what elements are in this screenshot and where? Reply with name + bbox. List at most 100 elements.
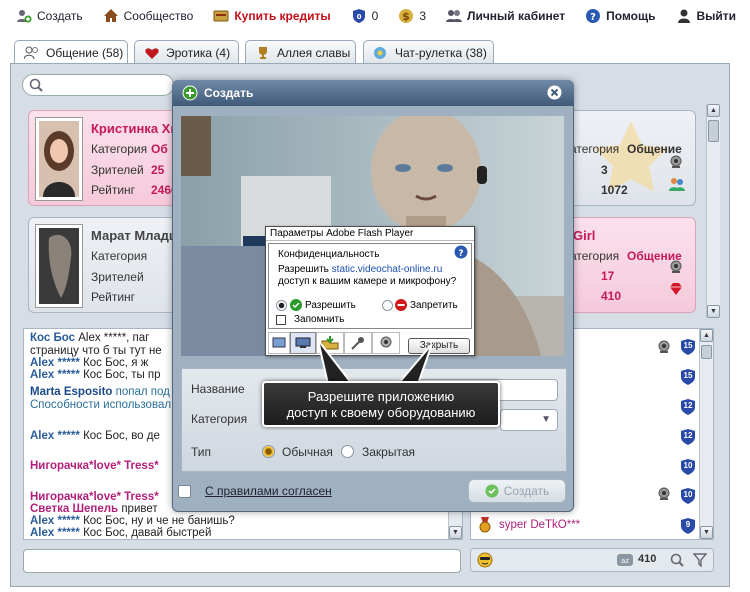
userlist-toolbar: az 410 <box>470 548 714 572</box>
user-count: 410 <box>638 553 657 565</box>
badge-number: 15 <box>683 341 693 350</box>
smiley-icon[interactable] <box>477 552 493 571</box>
money-count: 3 <box>419 9 427 23</box>
scroll-down-button[interactable]: ▼ <box>700 526 713 539</box>
create-label: Создать <box>37 9 83 23</box>
deny-radio[interactable] <box>382 300 393 311</box>
create-link[interactable]: Создать <box>16 8 83 24</box>
close-icon[interactable] <box>547 85 562 100</box>
community-link[interactable]: Сообщество <box>103 8 194 24</box>
logout-link[interactable]: Выйти <box>676 8 736 24</box>
viewers-value: 3 <box>601 163 608 177</box>
level-badge: 10 <box>681 459 695 478</box>
type-closed-radio[interactable] <box>341 445 354 458</box>
room-card[interactable]: Кристинка Хис Категория Об Зрителей 25 Р… <box>28 110 188 206</box>
chat-nick[interactable]: Alex ***** <box>30 515 80 527</box>
search-icon <box>29 78 43 95</box>
create-button[interactable]: Создать <box>468 479 566 503</box>
badge-number: 9 <box>685 520 691 529</box>
chat-message: Alex ***** Кос Бос, ты пр <box>30 369 161 382</box>
tab-label: Аллея славы <box>277 45 351 60</box>
chat-text: попал под <box>112 386 170 398</box>
chat-nick[interactable]: Marta Esposito <box>30 386 112 398</box>
cabinet-link[interactable]: Личный кабинет <box>446 8 565 24</box>
category-value: Общение <box>627 142 682 156</box>
tab-hall-of-fame[interactable]: Аллея славы <box>245 40 356 64</box>
chat-message-input[interactable] <box>23 549 461 573</box>
shield-icon: 0 <box>351 8 367 24</box>
filter-icon[interactable] <box>692 553 708 570</box>
level-badge: 9 <box>681 518 695 537</box>
help-link[interactable]: ? Помощь <box>585 8 656 24</box>
tab-communication[interactable]: Общение (58) <box>14 40 128 65</box>
type-closed-label: Закрытая <box>362 445 416 459</box>
community-label: Сообщество <box>123 9 194 23</box>
heart-icon <box>144 45 160 61</box>
cards-scrollbar[interactable]: ▲ ▼ <box>706 104 720 318</box>
dialog-footer: С правилами согласен Создать <box>172 478 574 510</box>
privacy-tab-icon[interactable] <box>268 332 290 354</box>
create-user-icon <box>16 8 32 24</box>
chat-nick[interactable]: Нигорачка*love* Tress* <box>30 460 159 472</box>
chat-message: Marta Esposito попал под <box>30 386 170 399</box>
chat-nick[interactable]: Alex ***** <box>30 527 80 539</box>
rating-value: 410 <box>601 289 622 303</box>
badge-number: 12 <box>683 431 693 440</box>
privacy-question: доступ к вашим камере и микрофону? <box>278 276 457 287</box>
ruby-icon <box>668 282 684 299</box>
category-select[interactable]: ▼ <box>500 409 558 431</box>
plus-icon <box>182 85 198 101</box>
user-name[interactable]: syper DeTkO*** <box>499 519 580 531</box>
home-icon <box>103 8 119 24</box>
credits-icon <box>213 8 229 24</box>
scroll-up-button[interactable]: ▲ <box>707 104 720 117</box>
allow-label: Разрешить <box>305 300 356 311</box>
help-icon: ? <box>585 8 601 24</box>
chat-text: Кос Бос, давай быстрей <box>79 527 212 539</box>
buy-credits-link[interactable]: Купить кредиты <box>213 8 331 24</box>
agree-link[interactable]: С правилами согласен <box>205 484 332 498</box>
scroll-down-button[interactable]: ▼ <box>707 305 720 318</box>
chat-nick[interactable]: Alex ***** <box>30 369 80 381</box>
chat-text: Способности использовал <box>30 399 172 411</box>
scroll-down-button[interactable]: ▼ <box>449 526 462 539</box>
users-color-icon <box>669 177 685 194</box>
scroll-up-button[interactable]: ▲ <box>700 329 713 342</box>
deny-label: Запретить <box>410 300 458 311</box>
hint-line-2: доступ к своему оборудованию <box>286 405 476 420</box>
trophy-icon <box>255 45 271 61</box>
userlist-scrollbar[interactable]: ▲ ▼ <box>699 329 713 539</box>
chat-text: Alex *****, паг <box>75 332 150 344</box>
tab-chat-roulette[interactable]: Чат-рулетка (38) <box>363 40 494 64</box>
chat-text: страницу что б ты тут не <box>30 345 162 357</box>
rating-label: Рейтинг <box>91 183 136 197</box>
tab-erotica[interactable]: Эротика (4) <box>134 40 239 64</box>
remember-checkbox[interactable] <box>276 315 286 325</box>
allow-radio[interactable] <box>276 300 287 311</box>
type-normal-label: Обычная <box>282 445 333 459</box>
scroll-thumb[interactable] <box>701 345 712 359</box>
chat-nick[interactable]: Нигорачка*love* Tress* <box>30 491 159 503</box>
person-icon <box>676 8 692 24</box>
room-card[interactable]: Марат Младш Категория Об Зрителей 3 Рейт… <box>28 217 198 313</box>
create-button-label: Создать <box>503 484 550 498</box>
level-badge: 12 <box>681 429 695 448</box>
chat-nick[interactable]: Alex ***** <box>30 357 80 369</box>
help-icon[interactable]: ? <box>454 245 468 262</box>
chat-nick[interactable]: Alex ***** <box>30 430 80 442</box>
category-label: Категория <box>191 412 248 426</box>
dialog-title-bar[interactable]: Создать <box>172 80 574 106</box>
type-normal-radio[interactable] <box>262 445 275 458</box>
chat-nick[interactable]: Кос Бос <box>30 332 75 344</box>
buy-credits-label: Купить кредиты <box>234 9 331 23</box>
chat-message: Alex ***** Кос Бос, давай быстрей <box>30 527 211 540</box>
sort-az-icon[interactable]: az <box>617 553 633 570</box>
viewers-label: Зрителей <box>91 163 144 177</box>
scroll-thumb[interactable] <box>708 120 719 142</box>
agree-checkbox[interactable] <box>178 485 191 498</box>
chat-nick[interactable]: Светка Шепель <box>30 503 118 515</box>
search-icon[interactable] <box>670 553 684 570</box>
medal-icon <box>477 517 493 536</box>
webcam-icon <box>669 155 683 172</box>
search-input[interactable] <box>22 74 174 96</box>
